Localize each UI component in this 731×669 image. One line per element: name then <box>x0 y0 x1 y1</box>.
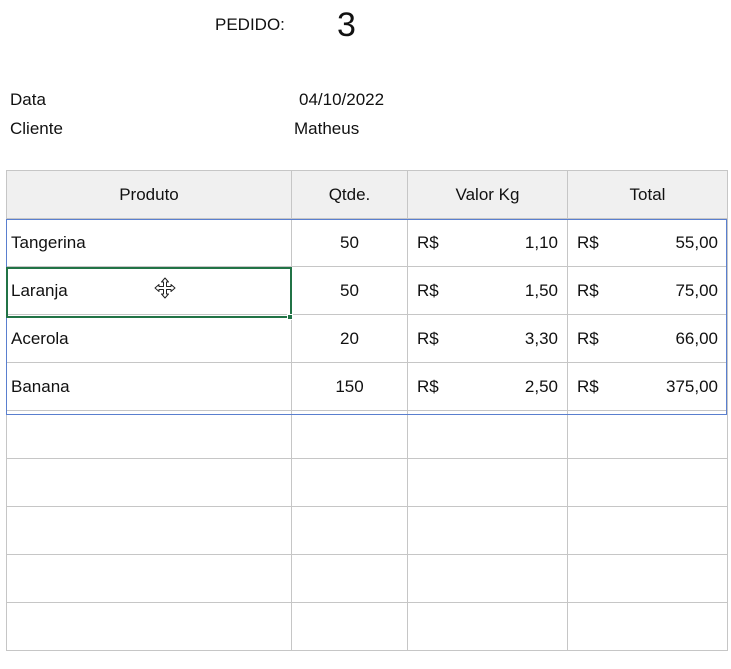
empty-cell[interactable] <box>6 410 292 459</box>
empty-cell[interactable] <box>291 602 408 651</box>
empty-cell[interactable] <box>6 602 292 651</box>
column-header-valor-kg[interactable]: Valor Kg <box>407 170 568 219</box>
table-row: Laranja 50 R$ 1,50 R$ 75,00 <box>6 266 728 315</box>
cell-total[interactable]: R$ 66,00 <box>567 314 728 363</box>
empty-cell[interactable] <box>567 554 728 603</box>
cell-produto[interactable]: Laranja <box>6 266 292 315</box>
empty-cell[interactable] <box>567 458 728 507</box>
fill-handle[interactable] <box>287 314 293 320</box>
empty-cell[interactable] <box>291 506 408 555</box>
empty-cell[interactable] <box>291 410 408 459</box>
empty-cell[interactable] <box>407 506 568 555</box>
date-value[interactable]: 04/10/2022 <box>299 90 384 110</box>
cell-total[interactable]: R$ 55,00 <box>567 218 728 267</box>
empty-cell[interactable] <box>407 410 568 459</box>
pedido-label: PEDIDO: <box>215 15 285 34</box>
cell-qtde[interactable]: 150 <box>291 362 408 411</box>
cell-produto[interactable]: Tangerina <box>6 218 292 267</box>
cell-valor-kg[interactable]: R$ 1,50 <box>407 266 568 315</box>
empty-cell[interactable] <box>407 458 568 507</box>
currency-symbol: R$ <box>577 376 599 396</box>
move-cursor-icon <box>154 277 176 299</box>
valor-amount: 1,10 <box>524 232 558 252</box>
cell-valor-kg[interactable]: R$ 1,10 <box>407 218 568 267</box>
column-header-total[interactable]: Total <box>567 170 728 219</box>
total-amount: 75,00 <box>675 280 718 300</box>
empty-row <box>6 602 728 651</box>
empty-cell[interactable] <box>6 458 292 507</box>
cell-valor-kg[interactable]: R$ 2,50 <box>407 362 568 411</box>
currency-symbol: R$ <box>577 328 599 348</box>
currency-symbol: R$ <box>417 232 439 252</box>
cell-produto[interactable]: Banana <box>6 362 292 411</box>
empty-row <box>6 554 728 603</box>
order-table: Produto Qtde. Valor Kg Total Tangerina 5… <box>6 170 728 651</box>
total-amount: 55,00 <box>675 232 718 252</box>
total-amount: 375,00 <box>666 376 718 396</box>
empty-row <box>6 506 728 555</box>
date-label: Data <box>10 90 46 109</box>
total-amount: 66,00 <box>675 328 718 348</box>
client-value[interactable]: Matheus <box>294 119 359 139</box>
currency-symbol: R$ <box>417 280 439 300</box>
empty-cell[interactable] <box>407 554 568 603</box>
empty-cell[interactable] <box>567 410 728 459</box>
table-row: Acerola 20 R$ 3,30 R$ 66,00 <box>6 314 728 363</box>
currency-symbol: R$ <box>417 328 439 348</box>
cell-qtde[interactable]: 20 <box>291 314 408 363</box>
client-label: Cliente <box>10 119 63 138</box>
cell-total[interactable]: R$ 375,00 <box>567 362 728 411</box>
empty-row <box>6 410 728 459</box>
currency-symbol: R$ <box>577 232 599 252</box>
empty-cell[interactable] <box>291 554 408 603</box>
column-header-produto[interactable]: Produto <box>6 170 292 219</box>
table-row: Tangerina 50 R$ 1,10 R$ 55,00 <box>6 218 728 267</box>
cell-produto[interactable]: Acerola <box>6 314 292 363</box>
empty-cell[interactable] <box>291 458 408 507</box>
empty-cell[interactable] <box>567 602 728 651</box>
valor-amount: 2,50 <box>524 376 558 396</box>
cell-qtde[interactable]: 50 <box>291 218 408 267</box>
empty-cell[interactable] <box>567 506 728 555</box>
column-header-qtde[interactable]: Qtde. <box>291 170 408 219</box>
currency-symbol: R$ <box>417 376 439 396</box>
valor-amount: 1,50 <box>524 280 558 300</box>
empty-row <box>6 458 728 507</box>
empty-cell[interactable] <box>6 506 292 555</box>
valor-amount: 3,30 <box>524 328 558 348</box>
empty-cell[interactable] <box>6 554 292 603</box>
cell-total[interactable]: R$ 75,00 <box>567 266 728 315</box>
currency-symbol: R$ <box>577 280 599 300</box>
cell-valor-kg[interactable]: R$ 3,30 <box>407 314 568 363</box>
pedido-number: 3 <box>337 6 356 44</box>
table-header-row: Produto Qtde. Valor Kg Total <box>6 170 728 219</box>
cell-qtde[interactable]: 50 <box>291 266 408 315</box>
table-row: Banana 150 R$ 2,50 R$ 375,00 <box>6 362 728 411</box>
empty-cell[interactable] <box>407 602 568 651</box>
